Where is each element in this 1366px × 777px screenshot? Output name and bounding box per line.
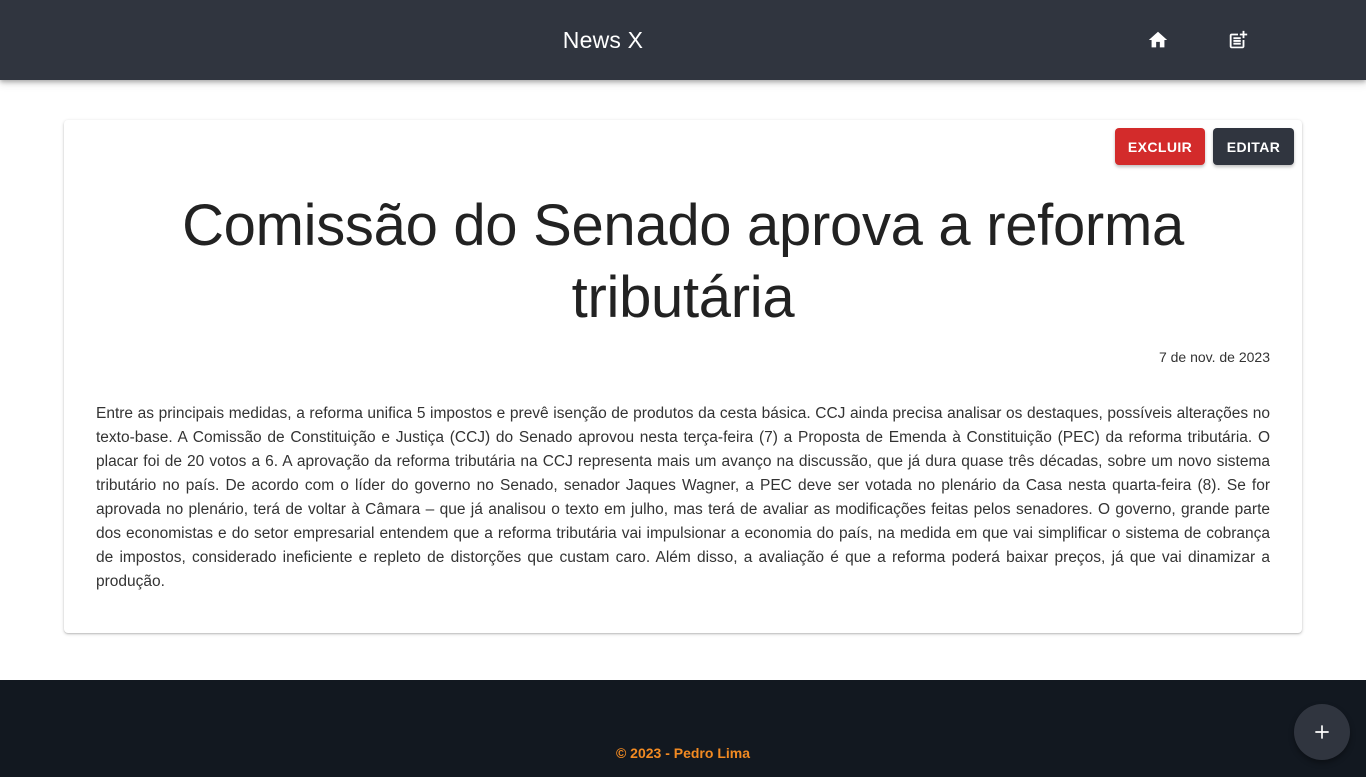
footer: © 2023 - Pedro Lima [0,680,1366,777]
edit-button[interactable]: EDITAR [1213,128,1294,165]
home-icon [1148,31,1168,48]
plus-icon [1315,725,1329,739]
article-card: EXCLUIR EDITAR Comissão do Senado aprova… [64,120,1302,633]
app-bar: News X [0,0,1366,80]
delete-button[interactable]: EXCLUIR [1115,128,1205,165]
footer-copyright: © 2023 - Pedro Lima [615,745,751,761]
add-fab-button[interactable] [1294,704,1350,760]
article-body: Entre as principais medidas, a reforma u… [96,405,1270,590]
app-title: News X [562,27,644,53]
post-add-icon [1229,30,1248,49]
article-title: Comissão do Senado aprova a reforma trib… [182,193,1184,330]
new-post-button[interactable] [1222,24,1254,56]
home-button[interactable] [1142,24,1174,56]
article-date: 7 de nov. de 2023 [1158,349,1270,365]
